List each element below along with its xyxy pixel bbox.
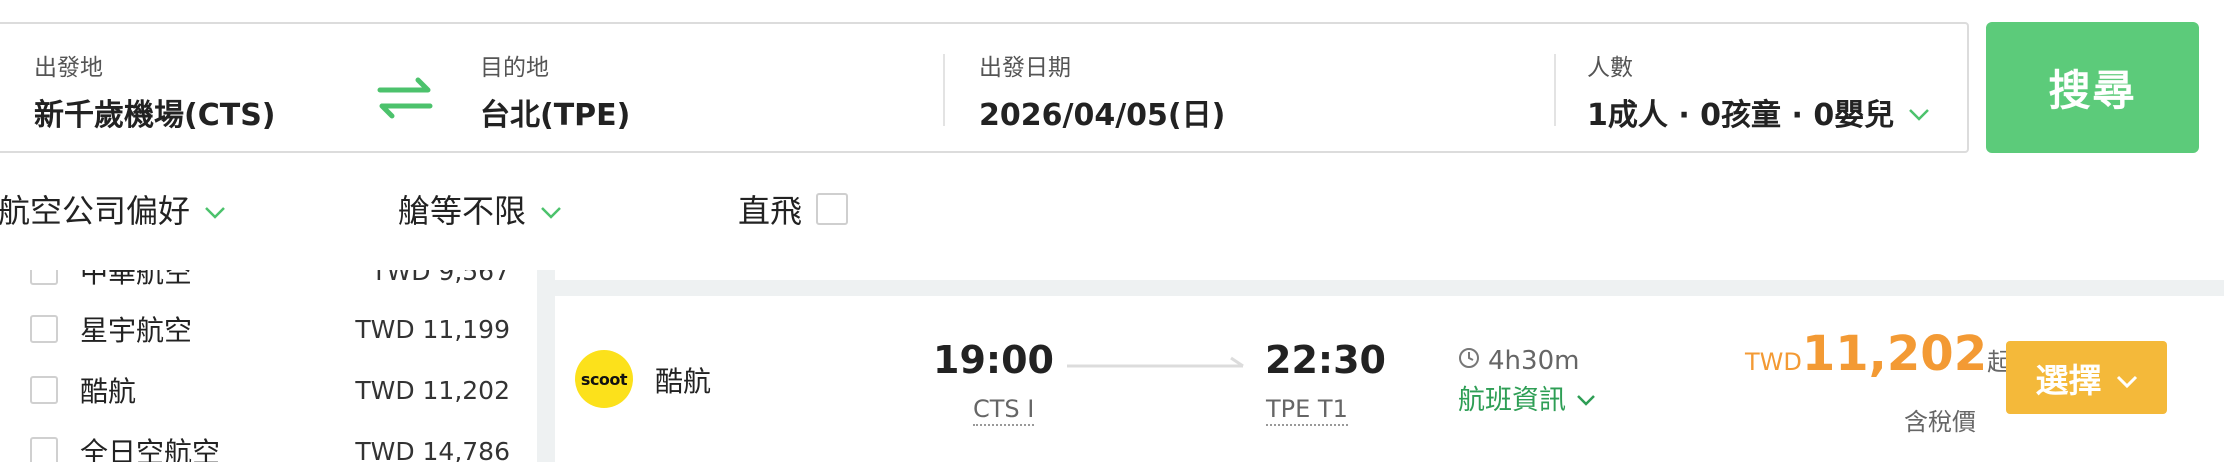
destination-label: 目的地: [480, 55, 549, 81]
chevron-down-icon: [540, 190, 562, 228]
direct-flight-checkbox[interactable]: [816, 193, 849, 225]
chevron-down-icon: [2116, 358, 2138, 397]
field-divider: [1554, 54, 1556, 126]
direct-flight-label: 直飛: [738, 192, 803, 230]
swap-icon[interactable]: [372, 74, 438, 120]
airline-filter-name: 酷航: [80, 375, 137, 408]
airline-filter-checkbox[interactable]: [30, 315, 58, 343]
arrow-right-icon: [1067, 356, 1247, 376]
direct-flight-toggle[interactable]: 直飛: [738, 186, 849, 232]
airline-filter-name: 全日空航空: [80, 436, 221, 462]
search-form: 出發地 新千歲機場(CTS) 目的地 台北(TPE) 出發日期 2026/04/…: [0, 22, 1969, 153]
airline-filter-name: 中華航空: [80, 270, 193, 289]
results-area: 中華航空 TWD 9,567 星宇航空 TWD 11,199 酷航 TWD 11…: [0, 270, 2224, 462]
airline-filter-checkbox[interactable]: [30, 437, 58, 462]
airline-filter-item[interactable]: 中華航空 TWD 9,567: [30, 270, 510, 294]
destination-value[interactable]: 台北(TPE): [480, 90, 630, 134]
date-value[interactable]: 2026/04/05(日): [979, 90, 1225, 134]
airline-filter-item[interactable]: 全日空航空 TWD 14,786: [30, 428, 510, 462]
airline-filter-item[interactable]: 星宇航空 TWD 11,199: [30, 306, 510, 352]
previous-result-card: [555, 270, 2224, 280]
duration-text: 4h30m: [1488, 346, 1580, 376]
airline-filter-price: TWD 11,199: [355, 314, 510, 344]
airline-preference-dropdown[interactable]: 航空公司偏好: [0, 186, 226, 232]
airline-filter-checkbox[interactable]: [30, 376, 58, 404]
passengers-field[interactable]: 人數 1成人 · 0孩童 · 0嬰兒: [1587, 24, 1967, 151]
airline-filter-price: TWD 14,786: [355, 436, 510, 462]
airline-filter-price: TWD 9,567: [371, 270, 510, 286]
airline-filter-item[interactable]: 酷航 TWD 11,202: [30, 367, 510, 413]
airline-filter-price: TWD 11,202: [355, 375, 510, 405]
arrival-airport[interactable]: TPE T1: [1266, 394, 1348, 426]
clock-icon: [1458, 346, 1480, 376]
passengers-value[interactable]: 1成人 · 0孩童 · 0嬰兒: [1587, 90, 1930, 134]
date-field[interactable]: 出發日期 2026/04/05(日): [979, 24, 1539, 151]
chevron-down-icon: [1576, 382, 1596, 413]
flight-info-link[interactable]: 航班資訊: [1458, 378, 1596, 417]
airline-preference-label: 航空公司偏好: [0, 192, 191, 230]
origin-label: 出發地: [34, 55, 103, 81]
cabin-class-label: 艙等不限: [398, 192, 527, 230]
arrival-time: 22:30: [1265, 338, 1386, 382]
airline-filter-name: 星宇航空: [80, 314, 193, 347]
passengers-text: 1成人 · 0孩童 · 0嬰兒: [1587, 98, 1895, 133]
airline-name: 酷航: [655, 365, 712, 398]
field-divider: [943, 54, 945, 126]
origin-field[interactable]: 出發地 新千歲機場(CTS): [34, 24, 364, 151]
chevron-down-icon: [204, 190, 226, 228]
departure-airport[interactable]: CTS I: [973, 394, 1035, 426]
search-button[interactable]: 搜尋: [1986, 22, 2199, 153]
passengers-label: 人數: [1587, 55, 1633, 81]
price-currency: TWD: [1745, 348, 1802, 376]
tax-included-note: 含稅價: [1904, 408, 1976, 436]
airline-logo: scoot: [575, 350, 633, 408]
destination-field[interactable]: 目的地 台北(TPE): [480, 24, 910, 151]
price-amount: 11,202: [1801, 326, 1988, 382]
flight-duration: 4h30m: [1458, 346, 1579, 376]
origin-value[interactable]: 新千歲機場(CTS): [34, 90, 276, 134]
flight-search-page: 出發地 新千歲機場(CTS) 目的地 台北(TPE) 出發日期 2026/04/…: [0, 0, 2224, 462]
airline-filter-sidebar: 中華航空 TWD 9,567 星宇航空 TWD 11,199 酷航 TWD 11…: [0, 270, 537, 462]
flight-info-label: 航班資訊: [1458, 385, 1566, 416]
price: TWD11,202起: [1745, 326, 2011, 382]
departure-time: 19:00: [933, 338, 1054, 382]
date-label: 出發日期: [979, 55, 1071, 81]
cabin-class-dropdown[interactable]: 艙等不限: [398, 186, 562, 232]
flight-result-card: scoot 酷航 19:00 CTS I 22:30 TPE T1 4h30m …: [555, 296, 2224, 462]
airline-filter-checkbox[interactable]: [30, 270, 58, 285]
chevron-down-icon: [1908, 95, 1930, 130]
select-button[interactable]: 選擇: [2006, 341, 2167, 414]
select-button-label: 選擇: [2035, 360, 2102, 400]
